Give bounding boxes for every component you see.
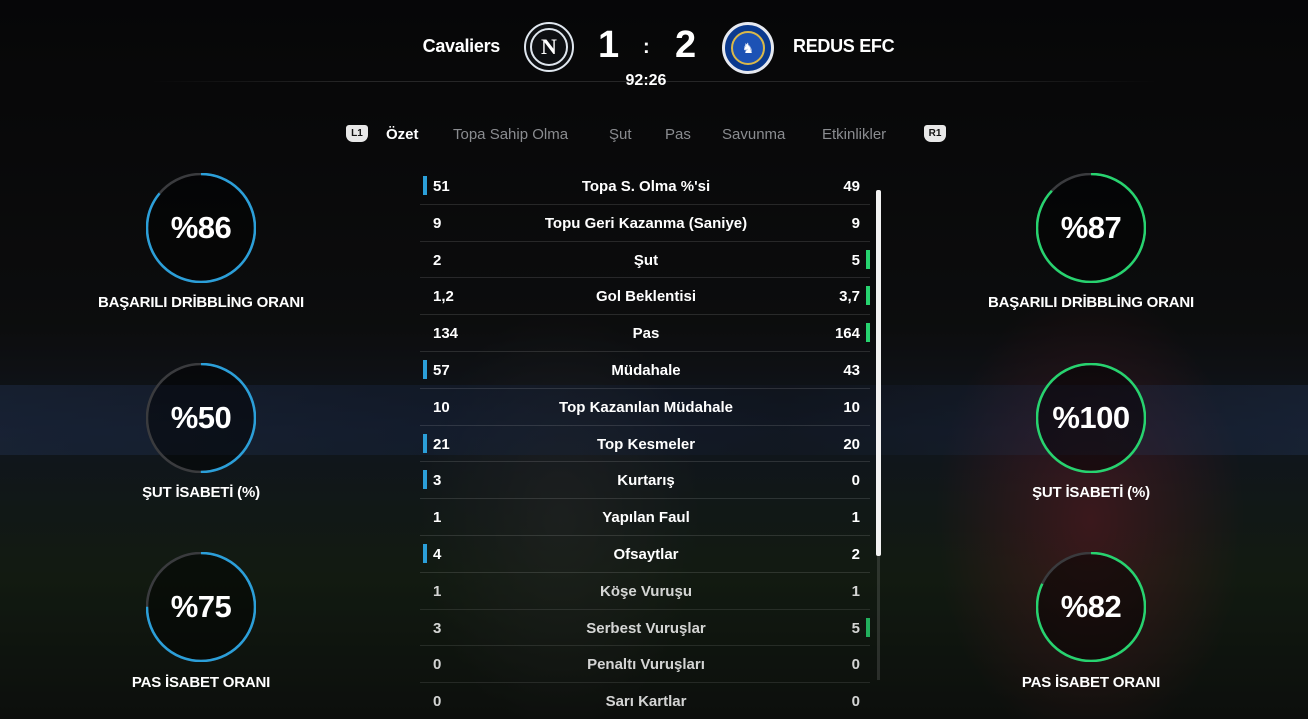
- match-stats-table[interactable]: 5 1 Topa S. Olma %'si 49 9 Topu Geri Kazanma …: [420, 168, 870, 719]
- away-dribbling-circle: %87: [1036, 173, 1146, 283]
- away-leader-indicator: [866, 286, 870, 306]
- tab-events[interactable]: Etkinlikler: [822, 126, 886, 143]
- stat-label: Topu Geri Kazanma (Saniye): [544, 214, 748, 232]
- away-stat-value: 3,7: [839, 288, 860, 306]
- home-team-name: Cavaliers: [422, 36, 501, 56]
- stats-row: 4 Ofsaytlar 2: [420, 536, 870, 573]
- away-dribbling-value: %87: [1060, 210, 1122, 245]
- stats-row: 3 Serbest Vuruşlar 5: [420, 610, 870, 647]
- away-pass-accuracy-value: %82: [1060, 589, 1122, 624]
- away-shot-accuracy-circle: %100: [1036, 363, 1146, 473]
- away-stat-value: 49: [843, 178, 860, 195]
- stats-row: 57 Müdahale 43: [420, 352, 870, 389]
- away-stat-value: 0: [851, 693, 860, 711]
- score-separator: :: [643, 36, 650, 58]
- tab-defending[interactable]: Savunma: [722, 126, 785, 143]
- home-pass-accuracy-value: %75: [170, 589, 232, 624]
- away-stat-value: 5: [851, 619, 860, 637]
- tab-shots[interactable]: Şut: [609, 126, 632, 143]
- away-leader-indicator: [866, 323, 870, 343]
- home-badge-letter: N: [530, 28, 568, 66]
- away-stat-value: 1: [851, 582, 860, 600]
- away-stat-value: 10: [843, 398, 860, 416]
- stats-row: 134 Pas 164: [420, 315, 870, 352]
- stats-row: 0 Penaltı Vuruşları 0: [420, 646, 870, 684]
- stat-label: Ofsaytlar: [613, 545, 679, 563]
- stats-row: 3 Kurtarış 0: [420, 462, 870, 500]
- stats-row: 1 Yapılan Faul 1: [420, 499, 870, 536]
- stat-label: Şut: [633, 251, 659, 269]
- stat-label: Pas: [632, 325, 660, 343]
- away-stat-value: 5: [851, 251, 860, 269]
- away-dribbling-label: BAŞARILI DRİBBLİNG ORANI: [987, 294, 1195, 311]
- away-team-badge-icon: ♞: [722, 22, 774, 74]
- home-pass-accuracy-label: PAS İSABET ORANI: [131, 674, 271, 691]
- away-pass-accuracy-circle: %82: [1036, 552, 1146, 662]
- away-shot-accuracy-label: ŞUT İSABETİ (%): [1032, 484, 1150, 501]
- away-leader-indicator: [866, 249, 870, 269]
- tab-passing[interactable]: Pas: [665, 126, 691, 143]
- r1-button-hint[interactable]: R1: [924, 125, 946, 142]
- stats-row: 51 Topa S. Olma %'si 49: [420, 168, 870, 205]
- stats-row: 0 Sarı Kartlar 0: [420, 683, 870, 719]
- home-dribbling-circle: %86: [146, 173, 256, 283]
- away-stat-value: 2: [851, 545, 860, 563]
- stat-label: Topa S. Olma %'si: [581, 178, 711, 195]
- away-stat-value: 0: [851, 656, 860, 674]
- away-stat-value: 9: [851, 214, 860, 232]
- away-leader-indicator: [866, 617, 870, 637]
- stat-label: Müdahale: [611, 361, 681, 379]
- stat-label: Top Kesmeler: [596, 435, 696, 453]
- home-dribbling-label: BAŞARILI DRİBBLİNG ORANI: [97, 294, 305, 311]
- away-stat-value: 1: [851, 509, 860, 527]
- away-team-name: REDUS EFC: [793, 36, 895, 56]
- stats-scroll-track[interactable]: [877, 556, 880, 680]
- home-dribbling-value: %86: [170, 210, 232, 245]
- stats-row: 21 Top Kesmeler 20: [420, 426, 870, 463]
- home-shot-accuracy-value: %50: [170, 400, 232, 435]
- home-score: 1: [598, 24, 620, 66]
- home-pass-accuracy-circle: %75: [146, 552, 256, 662]
- home-team-badge-icon: N: [524, 22, 574, 72]
- stats-row: 9 Topu Geri Kazanma (Saniye) 9: [420, 205, 870, 242]
- stats-scrollbar[interactable]: [876, 190, 881, 556]
- stats-row: 2 Şut 5: [420, 242, 870, 279]
- away-stat-value: 43: [843, 361, 860, 379]
- scoreboard-header: Cavaliers N 1 : 2 ♞ REDUS EFC 92:26: [0, 0, 1308, 100]
- away-pass-accuracy-label: PAS İSABET ORANI: [1021, 674, 1161, 691]
- away-stat-value: 164: [834, 325, 860, 343]
- stat-label: Kurtarış: [617, 472, 675, 490]
- away-score: 2: [675, 24, 697, 66]
- away-stat-value: 0: [851, 472, 860, 490]
- stats-row: 1 Köşe Vuruşu 1: [420, 573, 870, 610]
- stat-label: Serbest Vuruşlar: [586, 619, 706, 637]
- stat-label: Sarı Kartlar: [605, 693, 687, 711]
- tab-summary[interactable]: Özet: [386, 126, 419, 143]
- stats-row: 10 Top Kazanılan Müdahale 10: [420, 389, 870, 426]
- stat-label: Top Kazanılan Müdahale: [559, 398, 733, 416]
- l1-button-hint[interactable]: L1: [346, 125, 368, 142]
- tab-possession[interactable]: Topa Sahip Olma: [453, 126, 568, 143]
- home-shot-accuracy-label: ŞUT İSABETİ (%): [142, 484, 260, 501]
- stat-label: Penaltı Vuruşları: [587, 656, 705, 674]
- away-stat-value: 20: [843, 435, 860, 453]
- match-clock: 92:26: [625, 72, 667, 89]
- away-shot-accuracy-value: %100: [1052, 400, 1130, 435]
- stat-label: Köşe Vuruşu: [600, 582, 692, 600]
- stat-label: Yapılan Faul: [602, 509, 690, 527]
- stat-label: Gol Beklentisi: [595, 288, 697, 306]
- stats-row: 1,2 Gol Beklentisi 3,7: [420, 278, 870, 316]
- home-shot-accuracy-circle: %50: [146, 363, 256, 473]
- lion-crest-icon: ♞: [731, 31, 765, 65]
